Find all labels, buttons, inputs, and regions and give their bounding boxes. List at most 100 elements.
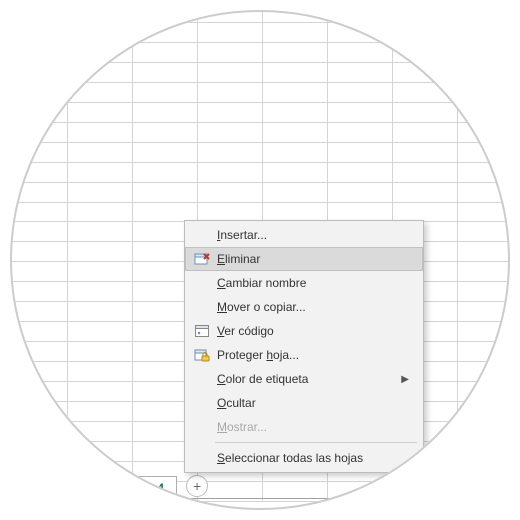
cell[interactable] [10, 402, 68, 422]
cell[interactable] [328, 82, 393, 102]
cell[interactable] [68, 22, 133, 42]
cell[interactable] [68, 441, 133, 461]
cell[interactable] [68, 342, 133, 362]
cell[interactable] [133, 102, 198, 122]
cell[interactable] [458, 42, 511, 62]
cell[interactable] [198, 122, 263, 142]
cell[interactable] [133, 122, 198, 142]
cell[interactable] [10, 262, 68, 282]
cell[interactable] [393, 42, 458, 62]
cell[interactable] [10, 322, 68, 342]
cell[interactable] [393, 62, 458, 82]
cell[interactable] [263, 182, 328, 202]
cell[interactable] [10, 202, 68, 222]
cell[interactable] [263, 42, 328, 62]
cell[interactable] [10, 62, 68, 82]
cell[interactable] [10, 302, 68, 322]
cell[interactable] [393, 202, 458, 222]
cell[interactable] [458, 382, 511, 402]
cell[interactable] [10, 182, 68, 202]
cell[interactable] [458, 222, 511, 242]
cell[interactable] [10, 162, 68, 182]
cell[interactable] [133, 62, 198, 82]
cell[interactable] [458, 461, 511, 481]
cell[interactable] [10, 10, 68, 22]
cell[interactable] [10, 222, 68, 242]
cell[interactable] [198, 162, 263, 182]
cell[interactable] [133, 22, 198, 42]
cell[interactable] [328, 62, 393, 82]
cell[interactable] [198, 82, 263, 102]
cell[interactable] [68, 162, 133, 182]
cell[interactable] [458, 262, 511, 282]
cell[interactable] [68, 242, 133, 262]
cell[interactable] [10, 82, 68, 102]
cell[interactable] [68, 302, 133, 322]
cell[interactable] [198, 202, 263, 222]
cell[interactable] [68, 262, 133, 282]
cell[interactable] [458, 342, 511, 362]
cell[interactable] [393, 122, 458, 142]
cell[interactable] [458, 322, 511, 342]
menu-item-move[interactable]: Mover o copiar... [185, 295, 423, 319]
cell[interactable] [393, 102, 458, 122]
cell[interactable] [198, 182, 263, 202]
cell[interactable] [328, 142, 393, 162]
cell[interactable] [10, 441, 68, 461]
cell[interactable] [68, 182, 133, 202]
cell[interactable] [10, 461, 68, 481]
cell[interactable] [198, 62, 263, 82]
menu-item-rename[interactable]: Cambiar nombre [185, 271, 423, 295]
cell[interactable] [458, 162, 511, 182]
cell[interactable] [458, 242, 511, 262]
cell[interactable] [393, 182, 458, 202]
cell[interactable] [133, 182, 198, 202]
cell[interactable] [68, 362, 133, 382]
cell[interactable] [133, 82, 198, 102]
cell[interactable] [68, 122, 133, 142]
cell[interactable] [68, 382, 133, 402]
cell[interactable] [68, 422, 133, 442]
sheet-tab-hoja4[interactable]: Hoja4 [118, 476, 177, 499]
cell[interactable] [68, 42, 133, 62]
cell[interactable] [393, 10, 458, 22]
cell[interactable] [458, 82, 511, 102]
cell[interactable] [10, 342, 68, 362]
cell[interactable] [458, 142, 511, 162]
cell[interactable] [458, 282, 511, 302]
cell[interactable] [458, 302, 511, 322]
cell[interactable] [68, 322, 133, 342]
cell[interactable] [133, 162, 198, 182]
cell[interactable] [458, 102, 511, 122]
cell[interactable] [68, 10, 133, 22]
cell[interactable] [263, 102, 328, 122]
cell[interactable] [263, 62, 328, 82]
menu-item-protect[interactable]: Proteger hoja... [185, 343, 423, 367]
cell[interactable] [328, 162, 393, 182]
cell[interactable] [458, 441, 511, 461]
cell[interactable] [263, 22, 328, 42]
cell[interactable] [10, 142, 68, 162]
cell[interactable] [458, 22, 511, 42]
cell[interactable] [198, 10, 263, 22]
cell[interactable] [263, 10, 328, 22]
cell[interactable] [10, 242, 68, 262]
cell[interactable] [328, 42, 393, 62]
cell[interactable] [10, 282, 68, 302]
cell[interactable] [458, 10, 511, 22]
cell[interactable] [68, 282, 133, 302]
menu-item-viewcode[interactable]: Ver código [185, 319, 423, 343]
cell[interactable] [133, 42, 198, 62]
cell[interactable] [263, 162, 328, 182]
cell[interactable] [458, 182, 511, 202]
cell[interactable] [393, 22, 458, 42]
cell[interactable] [133, 10, 198, 22]
cell[interactable] [393, 142, 458, 162]
menu-item-tabcolor[interactable]: Color de etiqueta▶ [185, 367, 423, 391]
cell[interactable] [68, 142, 133, 162]
cell[interactable] [328, 22, 393, 42]
new-sheet-button[interactable]: + [186, 475, 208, 497]
cell[interactable] [10, 382, 68, 402]
cell[interactable] [10, 22, 68, 42]
cell[interactable] [328, 202, 393, 222]
